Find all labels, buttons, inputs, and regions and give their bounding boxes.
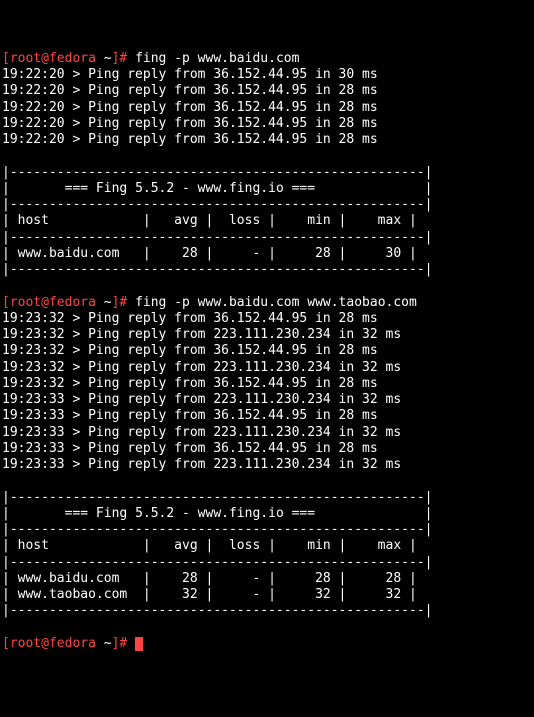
terminal-output: [root@fedora ~]# fing -p www.baidu.com 1…: [2, 51, 532, 652]
cursor: [135, 637, 143, 651]
prompt-bracket: [: [2, 51, 10, 66]
command-text: fing -p www.baidu.com www.taobao.com: [135, 295, 417, 310]
ping-reply-line: 19:23:33 > Ping reply from 223.111.230.2…: [2, 425, 401, 440]
prompt-bracket: ]#: [112, 51, 128, 66]
ping-reply-line: 19:23:33 > Ping reply from 223.111.230.2…: [2, 457, 401, 472]
ping-reply-line: 19:23:32 > Ping reply from 36.152.44.95 …: [2, 376, 378, 391]
ping-reply-line: 19:22:20 > Ping reply from 36.152.44.95 …: [2, 83, 378, 98]
table-row: | www.baidu.com | 28 | - | 28 | 30 |: [2, 246, 417, 261]
ping-reply-line: 19:23:32 > Ping reply from 223.111.230.2…: [2, 360, 401, 375]
ping-reply-line: 19:22:20 > Ping reply from 36.152.44.95 …: [2, 132, 378, 147]
command-text: fing -p www.baidu.com: [135, 51, 299, 66]
prompt-bracket: [: [2, 295, 10, 310]
ping-reply-line: 19:23:33 > Ping reply from 223.111.230.2…: [2, 392, 401, 407]
prompt-user: root@fedora: [10, 295, 96, 310]
table-row: | www.baidu.com | 28 | - | 28 | 28 |: [2, 571, 417, 586]
ping-reply-line: 19:23:32 > Ping reply from 36.152.44.95 …: [2, 343, 378, 358]
ping-reply-line: 19:23:32 > Ping reply from 223.111.230.2…: [2, 327, 401, 342]
table-row: | www.taobao.com | 32 | - | 32 | 32 |: [2, 587, 417, 602]
prompt-user: root@fedora: [10, 636, 96, 651]
prompt-bracket: [: [2, 636, 10, 651]
prompt-bracket: ]#: [112, 295, 128, 310]
fing-banner: === Fing 5.5.2 - www.fing.io ===: [65, 181, 315, 196]
fing-banner: === Fing 5.5.2 - www.fing.io ===: [65, 506, 315, 521]
prompt-user: root@fedora: [10, 51, 96, 66]
ping-reply-line: 19:22:20 > Ping reply from 36.152.44.95 …: [2, 116, 378, 131]
prompt-bracket: ]#: [112, 636, 128, 651]
ping-reply-line: 19:23:32 > Ping reply from 36.152.44.95 …: [2, 311, 378, 326]
ping-reply-line: 19:22:20 > Ping reply from 36.152.44.95 …: [2, 100, 378, 115]
ping-reply-line: 19:23:33 > Ping reply from 36.152.44.95 …: [2, 408, 378, 423]
ping-reply-line: 19:22:20 > Ping reply from 36.152.44.95 …: [2, 67, 378, 82]
ping-reply-line: 19:23:33 > Ping reply from 36.152.44.95 …: [2, 441, 378, 456]
